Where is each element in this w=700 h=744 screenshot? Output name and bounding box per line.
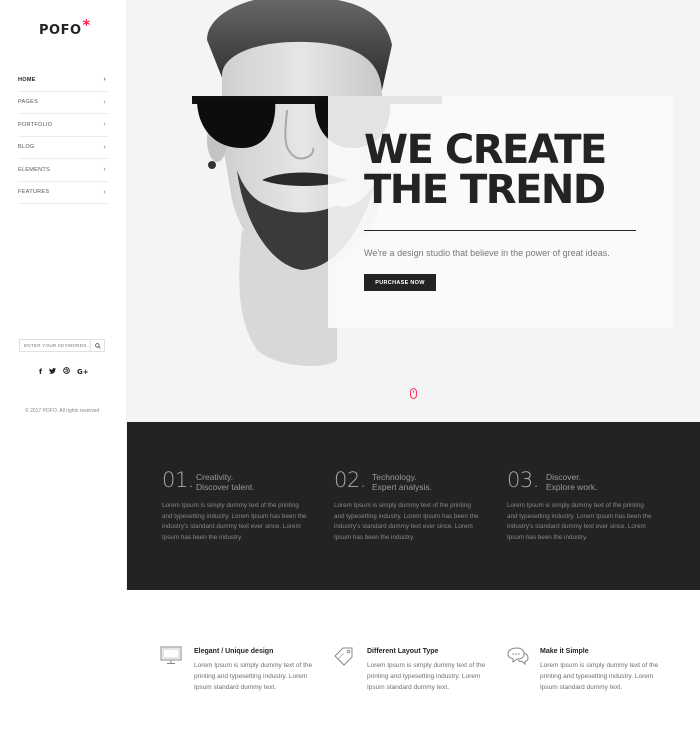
- menu-item-home[interactable]: HOME ›: [18, 69, 108, 92]
- menu-item-pages[interactable]: PAGES ›: [18, 92, 108, 114]
- search-input[interactable]: [20, 343, 90, 348]
- process-number: 01.: [162, 468, 194, 492]
- process-titles: Discover. Explore work.: [546, 472, 598, 492]
- search-box: [19, 339, 105, 352]
- menu-item-features[interactable]: FEATURES ›: [18, 182, 108, 204]
- sidebar: POFO* HOME › PAGES › PORTFOLIO › BLOG › ELEM…: [0, 0, 127, 590]
- menu-item-label: HOME: [18, 76, 36, 83]
- process-titles: Technology. Expert analysis.: [372, 472, 432, 492]
- chevron-right-icon: ›: [103, 188, 106, 196]
- scroll-down-mouse-icon[interactable]: [410, 388, 417, 399]
- feature-title: Elegant / Unique design: [194, 648, 274, 655]
- chevron-right-icon: ›: [103, 166, 106, 174]
- chevron-right-icon: ›: [103, 76, 106, 84]
- process-title-line2: Expert analysis.: [372, 482, 432, 492]
- feature-title: Different Layout Type: [367, 648, 439, 655]
- hero-text-panel: WE CREATE THE TREND We're a design studio…: [328, 96, 673, 328]
- process-title-line1: Discover.: [546, 472, 581, 482]
- tags-icon: [334, 647, 353, 666]
- feature-description: Lorem Ipsum is simply dummy text of the …: [367, 662, 486, 691]
- menu-item-elements[interactable]: ELEMENTS ›: [18, 159, 108, 182]
- twitter-icon[interactable]: [49, 367, 57, 376]
- menu-item-portfolio[interactable]: PORTFOLIO ›: [18, 114, 108, 137]
- process-title-line2: Explore work.: [546, 482, 598, 492]
- hero-headline-line2: THE TREND: [364, 167, 606, 213]
- logo[interactable]: POFO*: [39, 16, 91, 38]
- process-title-line1: Technology.: [372, 472, 417, 482]
- process-description: Lorem Ipsum is simply dummy text of the …: [507, 502, 652, 541]
- process-description: Lorem Ipsum is simply dummy text of the …: [162, 502, 307, 541]
- copyright: © 2017 POFO. All rights reserved: [25, 408, 100, 414]
- hero-divider: [364, 230, 636, 231]
- chevron-right-icon: ›: [103, 143, 106, 151]
- hero-headline: WE CREATE THE TREND: [364, 130, 607, 213]
- hero-section: WE CREATE THE TREND We're a design studio…: [127, 0, 700, 422]
- feature-description: Lorem Ipsum is simply dummy text of the …: [194, 662, 313, 691]
- menu-item-blog[interactable]: BLOG ›: [18, 137, 108, 159]
- social-links: f G+: [39, 367, 89, 376]
- chevron-right-icon: ›: [103, 121, 106, 129]
- feature-title: Make it Simple: [540, 648, 589, 655]
- menu-item-label: ELEMENTS: [18, 166, 51, 173]
- feature-description: Lorem Ipsum is simply dummy text of the …: [540, 662, 659, 691]
- process-number: 03.: [507, 468, 539, 492]
- menu-item-label: BLOG: [18, 144, 35, 151]
- purchase-now-button[interactable]: PURCHASE NOW: [364, 274, 436, 291]
- menu-item-label: FEATURES: [18, 189, 50, 196]
- facebook-icon[interactable]: f: [39, 368, 42, 376]
- hero-subtext: We're a design studio that believe in th…: [364, 248, 610, 258]
- chat-bubbles-icon: [507, 647, 529, 666]
- chevron-right-icon: ›: [103, 98, 106, 106]
- process-description: Lorem Ipsum is simply dummy text of the …: [334, 502, 479, 541]
- search-icon[interactable]: [90, 340, 104, 351]
- process-titles: Creativity. Discover talent.: [196, 472, 255, 492]
- monitor-icon: [160, 646, 182, 664]
- process-section: 01. Creativity. Discover talent. Lorem Ip…: [127, 422, 700, 590]
- logo-mark: *: [82, 16, 91, 34]
- process-title-line1: Creativity.: [196, 472, 234, 482]
- menu-item-label: PORTFOLIO: [18, 121, 53, 128]
- logo-text[interactable]: POFO: [39, 23, 82, 38]
- menu-item-label: PAGES: [18, 99, 39, 106]
- google-plus-icon[interactable]: G+: [77, 368, 89, 376]
- process-title-line2: Discover talent.: [196, 482, 255, 492]
- dribbble-icon[interactable]: [63, 367, 70, 376]
- main-menu: HOME › PAGES › PORTFOLIO › BLOG › ELEMENTS › …: [18, 69, 108, 204]
- process-number: 02.: [334, 468, 366, 492]
